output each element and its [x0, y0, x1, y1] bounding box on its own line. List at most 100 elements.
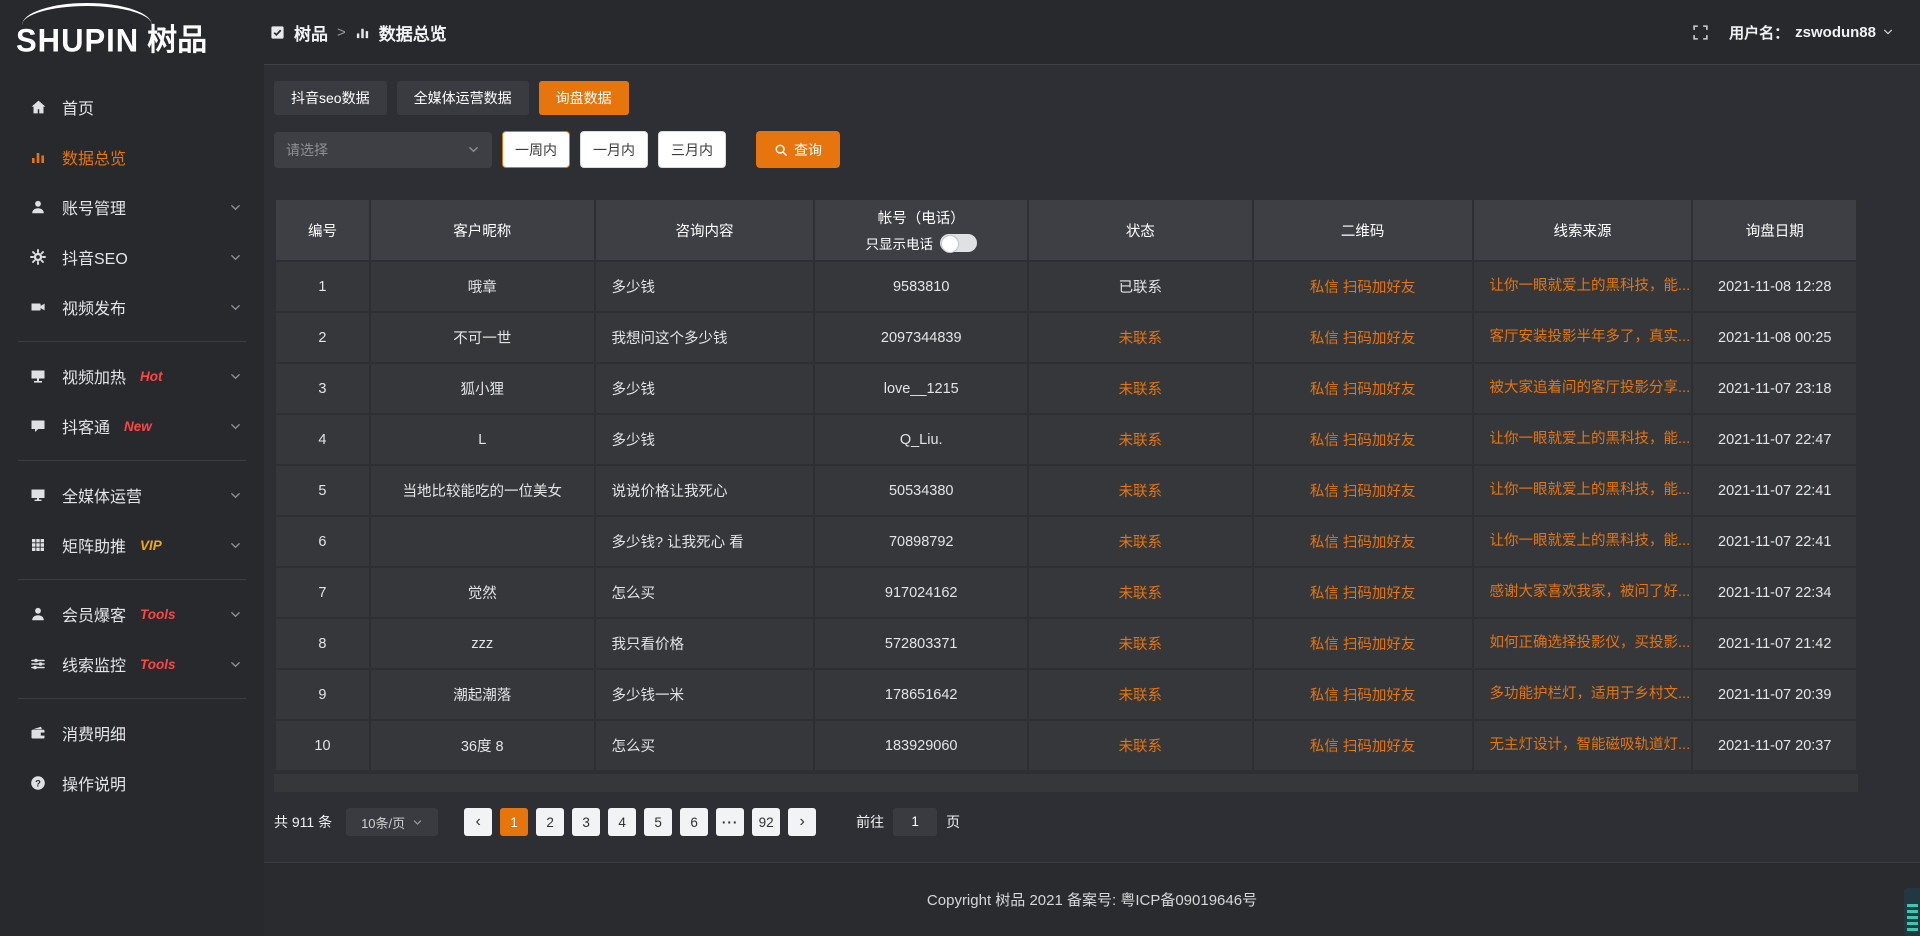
tab[interactable]: 询盘数据 — [539, 81, 629, 115]
source-link[interactable]: 让你一眼就爱上的黑科技，能... — [1490, 274, 1691, 295]
sidebar-item[interactable]: 线索监控Tools — [0, 639, 264, 689]
user-menu[interactable]: 用户名：zswodun88 — [1729, 22, 1894, 43]
chevron-down-icon — [412, 817, 423, 828]
private-message-link[interactable]: 私信 — [1310, 484, 1339, 500]
cell-content: 怎么买 — [595, 567, 815, 618]
scan-add-friend-link[interactable]: 扫码加好友 — [1343, 688, 1416, 704]
source-link[interactable]: 无主灯设计，智能磁吸轨道灯... — [1490, 733, 1691, 754]
cell-content: 多少钱? 让我死心 看 — [595, 516, 815, 567]
private-message-link[interactable]: 私信 — [1310, 637, 1339, 653]
copyright-text: Copyright 树品 2021 备案号: 粤ICP备09019646号 — [927, 889, 1257, 910]
source-link[interactable]: 让你一眼就爱上的黑科技，能... — [1490, 478, 1691, 499]
source-link[interactable]: 让你一眼就爱上的黑科技，能... — [1490, 427, 1691, 448]
bar-chart-icon — [30, 149, 47, 165]
chevron-down-icon — [229, 251, 242, 264]
scan-add-friend-link[interactable]: 扫码加好友 — [1343, 280, 1416, 296]
sidebar-item[interactable]: 抖客通 New — [0, 401, 264, 451]
source-link[interactable]: 多功能护栏灯，适用于乡村文... — [1490, 682, 1691, 703]
sidebar-item-badge: Hot — [140, 369, 163, 384]
source-link[interactable]: 客厅安装投影半年多了，真实... — [1490, 325, 1691, 346]
period-button[interactable]: 三月内 — [658, 131, 726, 168]
sidebar-item[interactable]: 首页 — [0, 82, 264, 132]
page-ellipsis-button[interactable]: ··· — [716, 808, 744, 836]
bar-chart-icon — [355, 25, 370, 40]
scan-add-friend-link[interactable]: 扫码加好友 — [1343, 382, 1416, 398]
period-button[interactable]: 一月内 — [580, 131, 648, 168]
prev-page-button[interactable]: ‹ — [464, 808, 492, 836]
sidebar-item-label: 抖客通 — [62, 414, 110, 438]
fullscreen-icon[interactable] — [1692, 24, 1709, 41]
goto-page-input[interactable]: 1 — [893, 808, 937, 836]
tab[interactable]: 抖音seo数据 — [274, 81, 387, 115]
private-message-link[interactable]: 私信 — [1310, 280, 1339, 296]
private-message-link[interactable]: 私信 — [1310, 586, 1339, 602]
private-message-link[interactable]: 私信 — [1310, 688, 1339, 704]
cell-qrcode: 私信 扫码加好友 — [1253, 465, 1473, 516]
table-row: 5当地比较能吃的一位美女说说价格让我死心50534380未联系私信 扫码加好友让… — [275, 465, 1857, 516]
logo: SHUPIN 树品 — [0, 5, 264, 59]
gear-icon — [30, 249, 47, 265]
sidebar-item[interactable]: 矩阵助推VIP — [0, 520, 264, 570]
screen-icon — [30, 368, 47, 384]
search-button[interactable]: 查询 — [756, 131, 840, 168]
sidebar-item[interactable]: 抖音SEO — [0, 232, 264, 282]
private-message-link[interactable]: 私信 — [1310, 739, 1339, 755]
private-message-link[interactable]: 私信 — [1310, 331, 1339, 347]
source-link[interactable]: 感谢大家喜欢我家，被问了好... — [1490, 580, 1691, 601]
sidebar-item[interactable]: 账号管理 — [0, 182, 264, 232]
cell-account: 2097344839 — [814, 312, 1028, 363]
sidebar-item[interactable]: 视频加热Hot — [0, 351, 264, 401]
scan-add-friend-link[interactable]: 扫码加好友 — [1343, 586, 1416, 602]
table-footer-strip — [274, 774, 1858, 792]
cell-no: 5 — [275, 465, 370, 516]
cell-qrcode: 私信 扫码加好友 — [1253, 516, 1473, 567]
cell-source: 让你一眼就爱上的黑科技，能... — [1473, 414, 1693, 465]
sidebar-item[interactable]: 消费明细 — [0, 708, 264, 758]
period-button[interactable]: 一周内 — [502, 131, 570, 168]
sidebar-item-label: 全媒体运营 — [62, 483, 142, 507]
page-number-button[interactable]: 4 — [608, 808, 636, 836]
cell-nickname: 当地比较能吃的一位美女 — [370, 465, 595, 516]
page-size-select[interactable]: 10条/页 — [346, 808, 438, 836]
scan-add-friend-link[interactable]: 扫码加好友 — [1343, 739, 1416, 755]
status-badge: 未联系 — [1028, 567, 1253, 618]
filter-select[interactable]: 请选择 — [274, 132, 492, 168]
scan-add-friend-link[interactable]: 扫码加好友 — [1343, 331, 1416, 347]
sidebar-item[interactable]: 会员爆客Tools — [0, 589, 264, 639]
source-link[interactable]: 让你一眼就爱上的黑科技，能... — [1490, 529, 1691, 550]
page-number-button[interactable]: 3 — [572, 808, 600, 836]
page-number-button[interactable]: 92 — [752, 808, 780, 836]
sidebar-item[interactable]: 视频发布 — [0, 282, 264, 332]
col-status: 状态 — [1028, 199, 1253, 261]
floating-widget-partial[interactable] — [1904, 888, 1920, 936]
tab[interactable]: 全媒体运营数据 — [397, 81, 529, 115]
sidebar-item[interactable]: ?操作说明 — [0, 758, 264, 808]
private-message-link[interactable]: 私信 — [1310, 535, 1339, 551]
scan-add-friend-link[interactable]: 扫码加好友 — [1343, 433, 1416, 449]
page-number-button[interactable]: 5 — [644, 808, 672, 836]
page-number-button[interactable]: 1 — [500, 808, 528, 836]
private-message-link[interactable]: 私信 — [1310, 382, 1339, 398]
next-page-button[interactable]: › — [788, 808, 816, 836]
scan-add-friend-link[interactable]: 扫码加好友 — [1343, 535, 1416, 551]
period-buttons: 一周内一月内三月内 — [492, 131, 726, 168]
breadcrumb-item-home[interactable]: 树品 — [294, 20, 328, 45]
search-button-label: 查询 — [794, 140, 822, 160]
scan-add-friend-link[interactable]: 扫码加好友 — [1343, 637, 1416, 653]
table-row: 1036度 8怎么买183929060未联系私信 扫码加好友无主灯设计，智能磁吸… — [275, 720, 1857, 771]
page-number-button[interactable]: 2 — [536, 808, 564, 836]
cell-date: 2021-11-07 23:18 — [1692, 363, 1857, 414]
cell-no: 1 — [275, 261, 370, 312]
page-number-button[interactable]: 6 — [680, 808, 708, 836]
source-link[interactable]: 如何正确选择投影仪，买投影... — [1490, 631, 1691, 652]
phone-only-toggle[interactable] — [940, 234, 977, 252]
sidebar-item[interactable]: 数据总览 — [0, 132, 264, 182]
sidebar-item-badge: New — [124, 419, 152, 434]
status-badge: 未联系 — [1028, 618, 1253, 669]
private-message-link[interactable]: 私信 — [1310, 433, 1339, 449]
cell-content: 说说价格让我死心 — [595, 465, 815, 516]
cell-account: 183929060 — [814, 720, 1028, 771]
scan-add-friend-link[interactable]: 扫码加好友 — [1343, 484, 1416, 500]
sidebar-item[interactable]: 全媒体运营 — [0, 470, 264, 520]
source-link[interactable]: 被大家追着问的客厅投影分享... — [1490, 376, 1691, 397]
